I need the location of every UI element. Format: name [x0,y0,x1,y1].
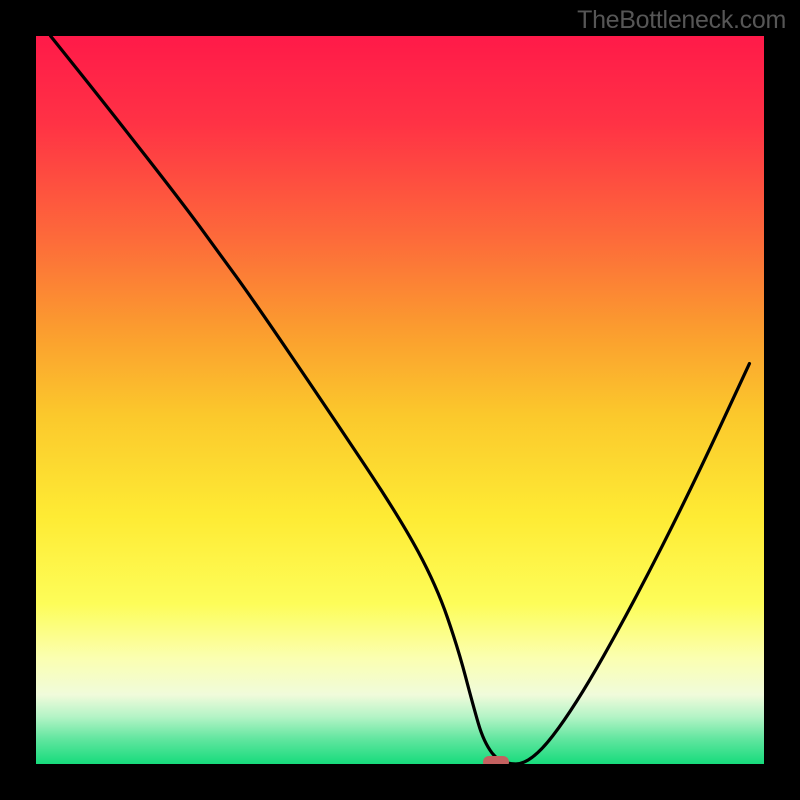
bottleneck-curve [51,36,750,764]
chart-frame: TheBottleneck.com [0,0,800,800]
attribution-label: TheBottleneck.com [577,6,786,35]
plot-area [36,36,764,764]
curve-layer [36,36,764,764]
min-marker [483,756,509,764]
